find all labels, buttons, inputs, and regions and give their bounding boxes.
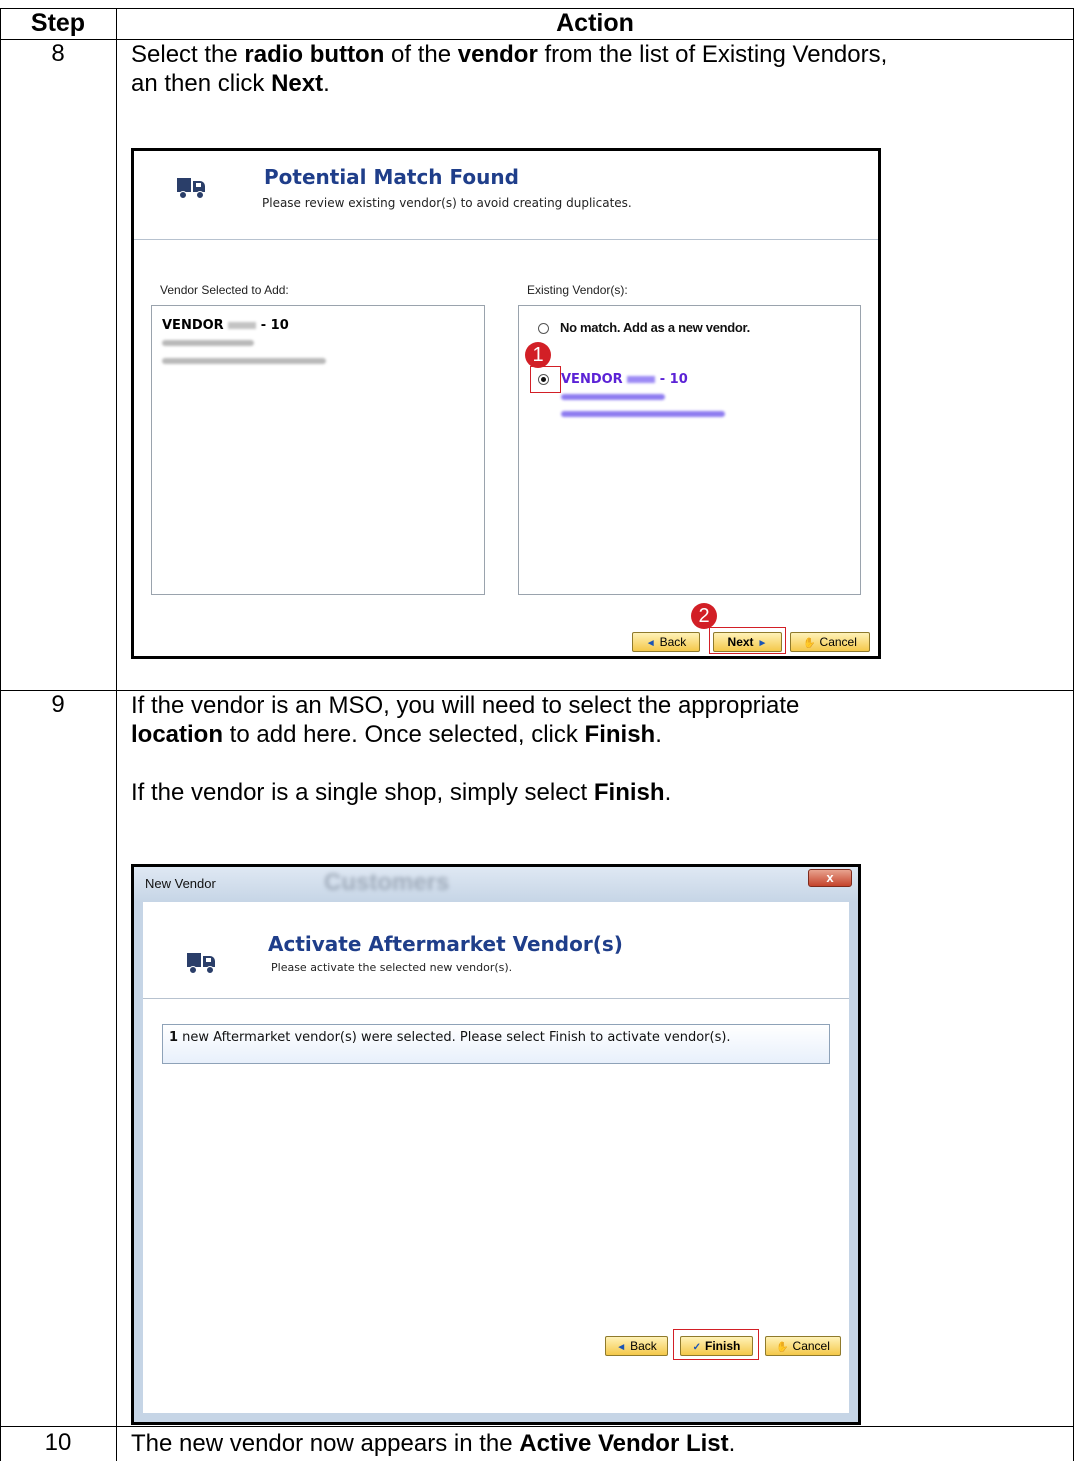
potential-match-dialog: Potential Match Found Please review exis…	[131, 148, 881, 659]
new-vendor-window: New Vendor Customers x Activate Aftermar…	[131, 864, 861, 1425]
dialog-subtitle: Please review existing vendor(s) to avoi…	[262, 196, 632, 210]
truck-icon	[187, 953, 217, 975]
step-number: 8	[51, 40, 65, 67]
selection-info-bar: 1 new Aftermarket vendor(s) were selecte…	[162, 1024, 830, 1064]
step-number: 10	[44, 1429, 72, 1456]
next-button[interactable]: Next ►	[713, 632, 782, 652]
row-9-bottom-border	[0, 1426, 1074, 1427]
existing-vendors-label: Existing Vendor(s):	[527, 283, 628, 297]
step-9-instruction-line-3: If the vendor is a single shop, simply s…	[131, 779, 672, 806]
step-8-instruction-line-1: Select the radio button of the vendor fr…	[131, 41, 888, 68]
existing-vendor-option[interactable]: VENDOR - 10	[561, 372, 688, 387]
step-9-instruction-line-2: location to add here. Once selected, cli…	[131, 721, 662, 748]
column-divider	[116, 8, 117, 1461]
window-frame-right	[849, 902, 858, 1422]
selection-info-text: new Aftermarket vendor(s) were selected.…	[178, 1030, 731, 1045]
existing-vendors-pane: No match. Add as a new vendor. 1 VENDOR …	[518, 305, 861, 595]
step-10-instruction: The new vendor now appears in the Active…	[131, 1430, 736, 1457]
selected-count: 1	[169, 1030, 179, 1045]
step-number: 9	[51, 691, 65, 718]
background-window-title: Customers	[324, 869, 450, 896]
arrow-left-icon: ◄	[645, 638, 656, 649]
window-frame-left	[134, 902, 143, 1422]
hand-icon: ✋	[803, 638, 816, 649]
checkmark-icon: ✓	[692, 1342, 702, 1353]
redacted-city-line	[162, 358, 326, 364]
radio-selected-icon[interactable]	[538, 374, 549, 385]
step-8-instruction-line-2: an then click Next.	[131, 70, 330, 97]
selected-vendor-name: VENDOR - 10	[162, 318, 289, 333]
table-left-border	[0, 8, 1, 1461]
header-separator	[134, 239, 878, 240]
dialog-title: Potential Match Found	[264, 165, 519, 189]
vendor-selected-label: Vendor Selected to Add:	[160, 283, 289, 297]
callout-2: 2	[691, 603, 717, 629]
redacted-address-line	[162, 340, 254, 346]
radio-unselected-icon[interactable]	[538, 323, 549, 334]
vendor-selected-pane: VENDOR - 10	[151, 305, 485, 595]
dialog-subtitle: Please activate the selected new vendor(…	[271, 961, 513, 974]
arrow-right-icon: ►	[757, 638, 768, 649]
no-match-option[interactable]: No match. Add as a new vendor.	[560, 320, 750, 335]
arrow-left-icon: ◄	[616, 1342, 627, 1353]
redacted-address-line	[561, 394, 665, 400]
step-9-instruction-line-1: If the vendor is an MSO, you will need t…	[131, 692, 800, 719]
dialog-title: Activate Aftermarket Vendor(s)	[268, 932, 623, 956]
hand-icon: ✋	[776, 1342, 789, 1353]
window-title: New Vendor	[145, 876, 216, 891]
truck-icon	[177, 178, 207, 200]
back-button[interactable]: ◄ Back	[632, 632, 700, 652]
header-step: Step	[30, 9, 86, 37]
header-action: Action	[556, 9, 634, 37]
finish-button[interactable]: ✓ Finish	[680, 1336, 753, 1356]
back-button[interactable]: ◄ Back	[605, 1336, 668, 1356]
window-frame-bottom	[134, 1413, 858, 1422]
close-icon[interactable]: x	[808, 869, 852, 887]
header-separator	[143, 998, 849, 999]
cancel-button[interactable]: ✋ Cancel	[790, 632, 870, 652]
cancel-button[interactable]: ✋ Cancel	[765, 1336, 841, 1356]
callout-1: 1	[525, 342, 551, 368]
redacted-city-line	[561, 411, 725, 417]
window-titlebar: New Vendor Customers x	[134, 867, 858, 902]
